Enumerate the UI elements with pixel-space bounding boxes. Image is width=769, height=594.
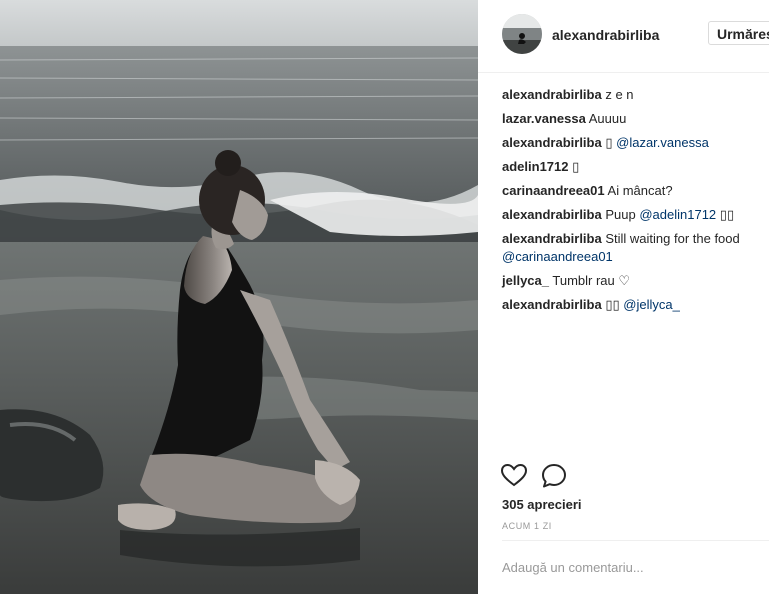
comment-username[interactable]: alexandrabirliba <box>502 87 602 102</box>
comment-username[interactable]: alexandrabirliba <box>502 135 602 150</box>
comment: alexandrabirliba Still waiting for the f… <box>502 230 762 266</box>
comment-username[interactable]: carinaandreea01 <box>502 183 605 198</box>
comment-username[interactable]: jellyca_ <box>502 273 549 288</box>
comment: alexandrabirliba z e n <box>502 86 762 104</box>
comment-text: Auuuu <box>588 111 627 126</box>
comment: adelin1712 ▯ <box>502 158 762 176</box>
comment-text: Ai mâncat? <box>607 183 673 198</box>
comment-mention[interactable]: @carinaandreea01 <box>502 249 613 264</box>
like-button[interactable] <box>500 462 528 490</box>
comment-mention[interactable]: @lazar.vanessa <box>616 135 709 150</box>
comment-text: ▯ <box>572 159 580 174</box>
comment-mention[interactable]: @adelin1712 <box>639 207 716 222</box>
comment-button[interactable] <box>540 462 568 490</box>
add-comment-input[interactable]: Adaugă un comentariu... <box>502 560 644 575</box>
post-image <box>0 0 478 594</box>
comment-text: Puup <box>605 207 636 222</box>
comment: alexandrabirliba ▯ @lazar.vanessa <box>502 134 762 152</box>
comment-list: alexandrabirliba z e n lazar.vanessa Auu… <box>502 86 762 320</box>
avatar[interactable] <box>502 14 542 54</box>
comment-username[interactable]: lazar.vanessa <box>502 111 586 126</box>
comment-text: ▯ <box>605 135 613 150</box>
follow-button[interactable]: Urmărește <box>708 21 769 45</box>
comment-username[interactable]: alexandrabirliba <box>502 231 602 246</box>
comment: alexandrabirliba Puup @adelin1712 ▯▯ <box>502 206 762 224</box>
post-photo[interactable] <box>0 0 478 594</box>
comment-username[interactable]: adelin1712 <box>502 159 569 174</box>
comment-text: ▯▯ <box>605 297 620 312</box>
comment-bubble-icon <box>542 464 566 488</box>
likes-count[interactable]: 305 aprecieri <box>502 497 582 512</box>
comment: jellyca_ Tumblr rau ♡ <box>502 272 762 290</box>
post-detail-panel: alexandrabirliba Urmărește alexandrabirl… <box>478 0 769 594</box>
comment: lazar.vanessa Auuuu <box>502 110 762 128</box>
comment: alexandrabirliba ▯▯ @jellyca_ <box>502 296 762 314</box>
divider <box>502 540 769 541</box>
comment-text: z e n <box>605 87 634 102</box>
comment-suffix: ▯▯ <box>719 207 735 222</box>
avatar-image <box>502 14 542 54</box>
comment-username[interactable]: alexandrabirliba <box>502 297 602 312</box>
post-header: alexandrabirliba Urmărește <box>478 0 769 73</box>
comment-username[interactable]: alexandrabirliba <box>502 207 602 222</box>
comment-mention[interactable]: @jellyca_ <box>623 297 680 312</box>
heart-icon <box>500 463 528 487</box>
comment-text: Still waiting for the food <box>605 231 740 246</box>
post-author-username[interactable]: alexandrabirliba <box>552 27 659 43</box>
comment: carinaandreea01 Ai mâncat? <box>502 182 762 200</box>
post-timestamp: ACUM 1 ZI <box>502 521 552 531</box>
comment-text: Tumblr rau ♡ <box>552 273 631 288</box>
